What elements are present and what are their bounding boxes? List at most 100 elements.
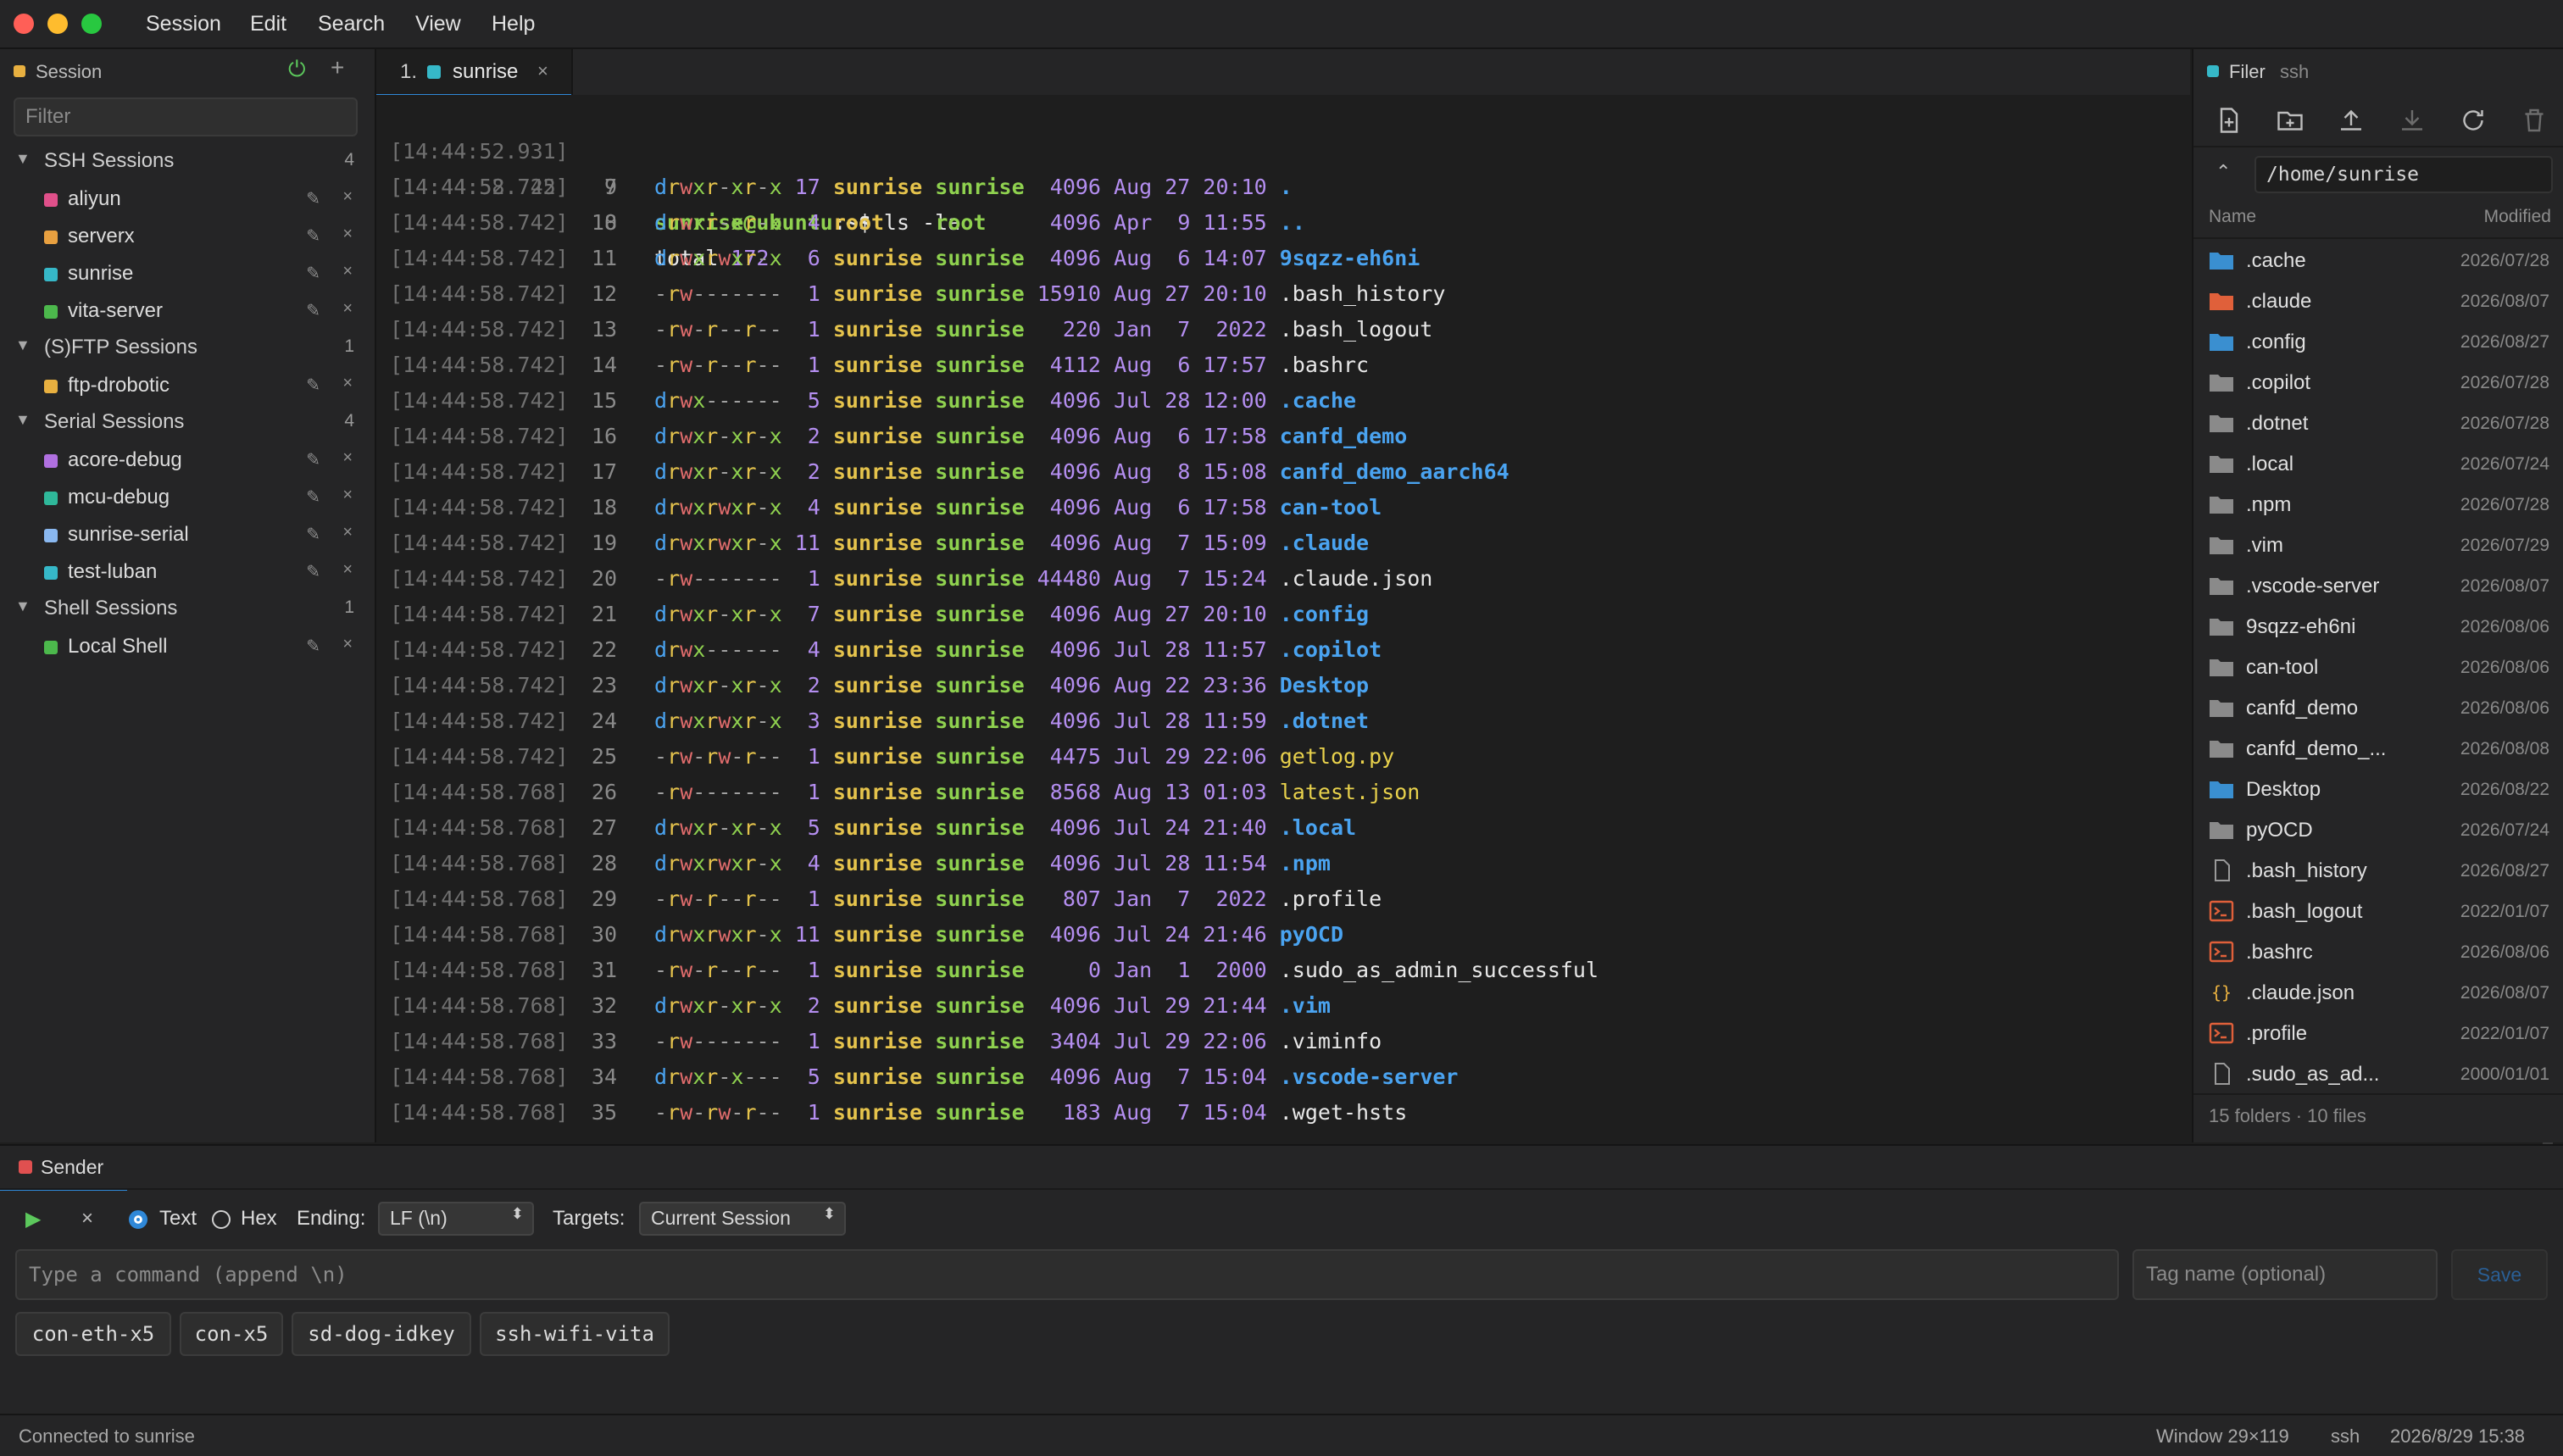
edit-icon[interactable]: ✎ — [306, 300, 320, 321]
file-row[interactable]: .vim 2026/07/29 — [2193, 525, 2563, 566]
session-item[interactable]: aliyun ✎ × — [0, 181, 373, 217]
edit-icon[interactable]: ✎ — [306, 375, 320, 396]
menu-session[interactable]: Session — [146, 12, 221, 36]
menu-edit[interactable]: Edit — [250, 12, 286, 36]
menu-help[interactable]: Help — [492, 12, 535, 36]
quick-command-chip[interactable]: con-eth-x5 — [15, 1312, 171, 1356]
command-input[interactable] — [15, 1249, 2119, 1300]
edit-icon[interactable]: ✎ — [306, 524, 320, 545]
quick-command-chip[interactable]: ssh-wifi-vita — [480, 1312, 670, 1356]
download-icon[interactable] — [2397, 105, 2427, 136]
session-item[interactable]: sunrise ✎ × — [0, 256, 373, 292]
file-row[interactable]: .profile 2022/01/07 — [2193, 1014, 2563, 1054]
session-group-header[interactable]: ▼ Serial Sessions 4 — [0, 405, 373, 439]
session-item[interactable]: sunrise-serial ✎ × — [0, 517, 373, 553]
session-item[interactable]: Local Shell ✎ × — [0, 629, 373, 664]
new-file-icon[interactable] — [2214, 105, 2244, 136]
file-row[interactable]: 9sqzz-eh6ni 2026/08/06 — [2193, 607, 2563, 647]
file-row[interactable]: .bash_history 2026/08/27 — [2193, 851, 2563, 892]
remove-icon[interactable]: × — [342, 448, 353, 468]
remove-icon[interactable]: × — [342, 187, 353, 207]
session-item[interactable]: ftp-drobotic ✎ × — [0, 368, 373, 403]
file-row[interactable]: .bash_logout 2022/01/07 — [2193, 892, 2563, 932]
file-row[interactable]: .claude 2026/08/07 — [2193, 281, 2563, 322]
terminal-line: [14:44:52.725] 8 total 172 — [376, 134, 2156, 270]
session-item[interactable]: mcu-debug ✎ × — [0, 480, 373, 515]
session-group-header[interactable]: ▼ Shell Sessions 1 — [0, 592, 373, 625]
quick-command-chip[interactable]: sd-dog-idkey — [292, 1312, 471, 1356]
session-item[interactable]: test-luban ✎ × — [0, 554, 373, 590]
file-row[interactable]: .bashrc 2026/08/06 — [2193, 932, 2563, 973]
file-row[interactable]: .npm 2026/07/28 — [2193, 485, 2563, 525]
session-filter-input[interactable] — [14, 97, 358, 136]
session-group-header[interactable]: ▼ (S)FTP Sessions 1 — [0, 331, 373, 364]
expand-arrow-icon[interactable]: ▼ — [15, 336, 31, 354]
edit-icon[interactable]: ✎ — [306, 188, 320, 209]
tab-close-icon[interactable]: × — [537, 60, 548, 82]
edit-icon[interactable]: ✎ — [306, 449, 320, 470]
file-row[interactable]: canfd_demo_... 2026/08/08 — [2193, 729, 2563, 770]
file-row[interactable]: .local 2026/07/24 — [2193, 444, 2563, 485]
remove-icon[interactable]: × — [342, 374, 353, 393]
hex-mode-radio[interactable] — [212, 1210, 231, 1229]
expand-arrow-icon[interactable]: ▼ — [15, 411, 31, 429]
file-row[interactable]: .vscode-server 2026/08/07 — [2193, 566, 2563, 607]
remove-icon[interactable]: × — [342, 560, 353, 580]
edit-icon[interactable]: ✎ — [306, 636, 320, 657]
file-row[interactable]: Desktop 2026/08/22 — [2193, 770, 2563, 810]
file-row[interactable]: .config 2026/08/27 — [2193, 322, 2563, 363]
file-row[interactable]: .dotnet 2026/07/28 — [2193, 403, 2563, 444]
column-name-header[interactable]: Name — [2209, 207, 2256, 227]
file-row[interactable]: can-tool 2026/08/06 — [2193, 647, 2563, 688]
remove-icon[interactable]: × — [342, 262, 353, 281]
parent-directory-icon[interactable]: ⌃ — [2216, 161, 2231, 183]
remove-icon[interactable]: × — [342, 635, 353, 654]
edit-icon[interactable]: ✎ — [306, 486, 320, 508]
session-item[interactable]: vita-server ✎ × — [0, 293, 373, 329]
session-item[interactable]: acore-debug ✎ × — [0, 442, 373, 478]
save-button[interactable]: Save — [2451, 1249, 2548, 1300]
file-row[interactable]: {} .claude.json 2026/08/07 — [2193, 973, 2563, 1014]
file-row[interactable]: .copilot 2026/07/28 — [2193, 363, 2563, 403]
refresh-icon[interactable] — [2458, 105, 2488, 136]
close-window-button[interactable] — [14, 14, 34, 34]
tag-name-input[interactable] — [2132, 1249, 2438, 1300]
send-play-icon[interactable]: ▶ — [25, 1207, 41, 1231]
remove-icon[interactable]: × — [342, 523, 353, 542]
power-icon[interactable]: ⏻ — [288, 56, 306, 83]
expand-arrow-icon[interactable]: ▼ — [15, 150, 31, 168]
column-modified-header[interactable]: Modified — [2484, 207, 2551, 227]
expand-arrow-icon[interactable]: ▼ — [15, 597, 31, 615]
add-session-icon[interactable]: + — [331, 54, 344, 81]
session-group-header[interactable]: ▼ SSH Sessions 4 — [0, 144, 373, 178]
tab-sunrise[interactable]: 1. sunrise × — [376, 49, 573, 97]
file-row[interactable]: .sudo_as_ad... 2000/01/01 — [2193, 1054, 2563, 1095]
upload-icon[interactable] — [2336, 105, 2366, 136]
terminal-output[interactable]: [14:44:52.931] 7 sunrise@ubuntu:~$ ls -l… — [376, 95, 2553, 1198]
session-item[interactable]: serverx ✎ × — [0, 219, 373, 254]
maximize-window-button[interactable] — [81, 14, 102, 34]
file-row[interactable]: .cache 2026/07/28 — [2193, 241, 2563, 281]
file-row[interactable]: pyOCD 2026/07/24 — [2193, 810, 2563, 851]
file-row[interactable]: canfd_demo 2026/08/06 — [2193, 688, 2563, 729]
menu-view[interactable]: View — [415, 12, 461, 36]
path-field[interactable]: /home/sunrise — [2254, 156, 2553, 193]
ending-select[interactable]: LF (\n) ⬍ — [378, 1202, 534, 1236]
targets-select[interactable]: Current Session ⬍ — [639, 1202, 846, 1236]
sender-tab[interactable]: Sender — [0, 1146, 127, 1191]
edit-icon[interactable]: ✎ — [306, 561, 320, 582]
delete-icon[interactable] — [2519, 105, 2549, 136]
menu-search[interactable]: Search — [318, 12, 385, 36]
minimize-window-button[interactable] — [47, 14, 68, 34]
group: sunrise — [935, 993, 1025, 1018]
new-folder-icon[interactable] — [2275, 105, 2305, 136]
remove-icon[interactable]: × — [342, 225, 353, 244]
edit-icon[interactable]: ✎ — [306, 225, 320, 247]
remove-icon[interactable]: × — [342, 299, 353, 319]
text-mode-radio[interactable] — [129, 1210, 147, 1229]
quick-command-chip[interactable]: con-x5 — [180, 1312, 283, 1356]
edit-icon[interactable]: ✎ — [306, 263, 320, 284]
remove-icon[interactable]: × — [342, 486, 353, 505]
group: sunrise — [935, 317, 1025, 342]
clear-icon[interactable]: × — [81, 1207, 93, 1231]
